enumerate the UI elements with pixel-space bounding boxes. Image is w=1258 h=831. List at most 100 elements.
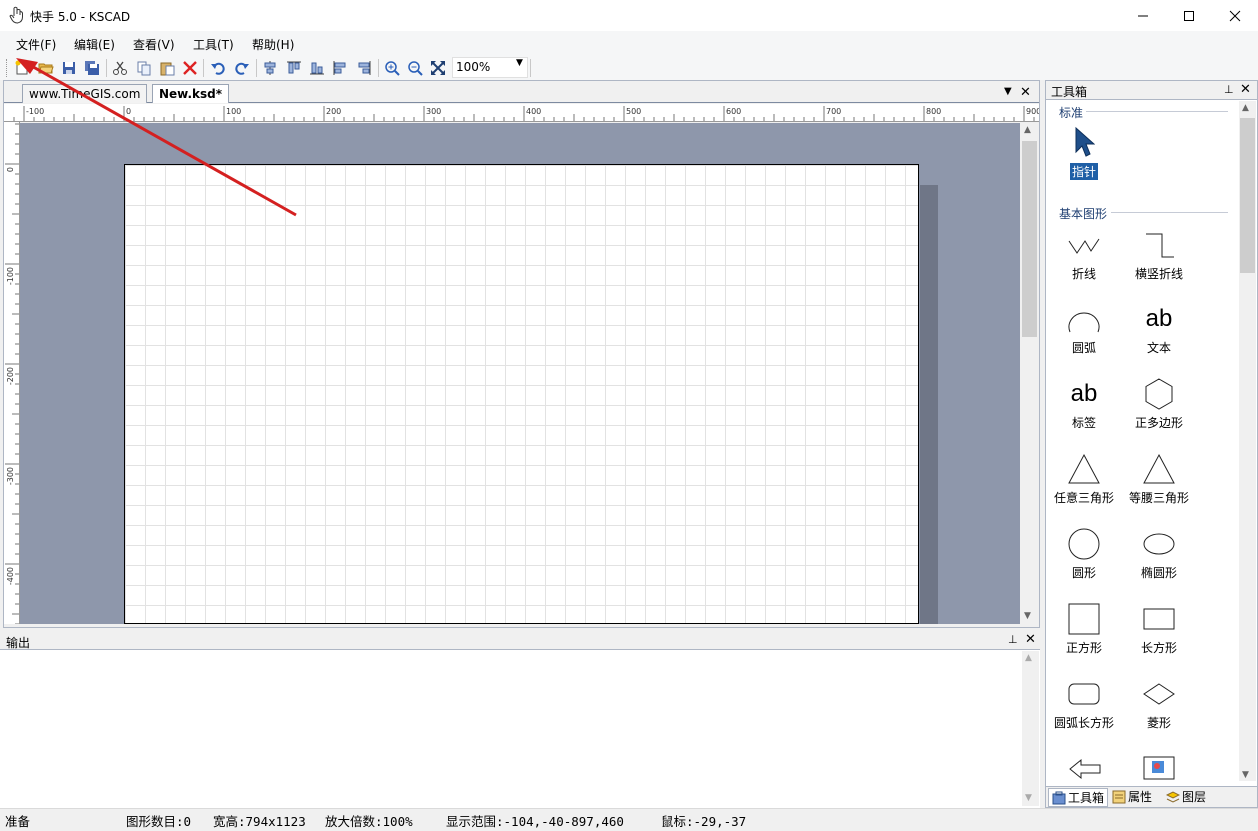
chevron-down-icon[interactable]: ▼ [516, 58, 523, 68]
tool-triangle[interactable]: 任意三角形 [1049, 451, 1119, 506]
text-icon: ab [1145, 305, 1173, 332]
paste-button[interactable] [157, 58, 177, 78]
tab-timegis[interactable]: www.TimeGIS.com [22, 84, 148, 103]
ruler-label: -300 [6, 467, 15, 485]
tool-orthogonal-line[interactable]: 横竖折线 [1124, 227, 1194, 282]
toolbar-separator [256, 59, 257, 77]
toolbar-grip [6, 59, 8, 77]
open-button[interactable] [36, 58, 56, 78]
scroll-up-icon[interactable]: ▲ [1025, 653, 1032, 663]
tool-circle[interactable]: 圆形 [1049, 526, 1119, 581]
tool-polyline[interactable]: 折线 [1049, 227, 1119, 282]
tab-list-dropdown-icon[interactable]: ▼ [1004, 86, 1012, 97]
align-bottom-button[interactable] [307, 58, 327, 78]
tool-text[interactable]: ab 文本 [1124, 301, 1194, 356]
tool-square[interactable]: 正方形 [1049, 601, 1119, 656]
tool-regular-polygon[interactable]: 正多边形 [1124, 376, 1194, 431]
cut-button[interactable] [110, 58, 130, 78]
status-ready: 准备 [5, 814, 31, 829]
delete-button[interactable] [180, 58, 200, 78]
tab-layers[interactable]: 图层 [1166, 788, 1206, 805]
tab-label: 图层 [1182, 790, 1207, 804]
tab-properties[interactable]: 属性 [1112, 788, 1152, 805]
align-top-button[interactable] [284, 58, 304, 78]
isosceles-triangle-icon [1124, 451, 1194, 487]
copy-button[interactable] [134, 58, 154, 78]
ruler-label: -100 [26, 107, 44, 116]
ruler-label: -400 [6, 567, 15, 585]
tab-toolbox[interactable]: 工具箱 [1048, 788, 1109, 807]
tool-label: 文本 [1146, 341, 1171, 355]
ruler-label: -100 [6, 267, 15, 285]
scroll-down-icon[interactable]: ▼ [1025, 793, 1032, 803]
tool-diamond[interactable]: 菱形 [1124, 676, 1194, 731]
tool-isosceles-triangle[interactable]: 等腰三角形 [1124, 451, 1194, 506]
undo-button[interactable] [208, 58, 228, 78]
circle-icon [1049, 526, 1119, 562]
align-right-button[interactable] [354, 58, 374, 78]
scroll-down-icon[interactable]: ▼ [1242, 770, 1249, 780]
toolbar-separator [106, 59, 107, 77]
redo-button[interactable] [232, 58, 252, 78]
close-toolbox-icon[interactable]: ✕ [1240, 82, 1251, 97]
align-left-button[interactable] [330, 58, 350, 78]
tool-rounded-rectangle[interactable]: 圆弧长方形 [1049, 676, 1119, 731]
close-output-icon[interactable]: ✕ [1025, 632, 1036, 647]
align-center-button[interactable] [260, 58, 280, 78]
new-file-icon [15, 60, 28, 75]
tool-label: 任意三角形 [1053, 491, 1114, 505]
minimize-button[interactable] [1120, 0, 1166, 31]
pin-icon[interactable]: ⊥ [1008, 633, 1018, 646]
image-shape-icon[interactable] [1143, 756, 1175, 780]
save-all-button[interactable] [82, 58, 102, 78]
tool-rectangle[interactable]: 长方形 [1124, 601, 1194, 656]
ellipse-icon [1124, 526, 1194, 562]
output-scrollbar[interactable] [1022, 651, 1039, 806]
canvas-scroll-thumb[interactable] [1022, 141, 1037, 337]
diamond-icon [1124, 676, 1194, 712]
ruler-label: 100 [226, 107, 241, 116]
delete-x-icon [183, 61, 197, 75]
title-bar [0, 0, 1258, 31]
pin-icon[interactable]: ⊥ [1224, 83, 1234, 96]
tool-label: 圆弧 [1071, 341, 1096, 355]
toolbox-scroll-thumb[interactable] [1240, 118, 1255, 273]
align-left-icon [333, 61, 346, 75]
menu-tools[interactable]: 工具(T) [193, 36, 234, 53]
arrow-shape-icon[interactable] [1068, 758, 1102, 780]
tab-new-ksd[interactable]: New.ksd* [152, 84, 230, 103]
tool-label-shape[interactable]: ab 标签 [1049, 376, 1119, 431]
zoom-fit-button[interactable] [428, 58, 448, 78]
save-button[interactable] [59, 58, 79, 78]
tool-arc[interactable]: 圆弧 [1049, 301, 1119, 356]
menu-file[interactable]: 文件(F) [16, 36, 56, 53]
scroll-down-icon[interactable]: ▼ [1024, 611, 1031, 621]
tool-ellipse[interactable]: 椭圆形 [1124, 526, 1194, 581]
menu-bar [0, 31, 1258, 56]
drawing-page[interactable] [124, 164, 919, 624]
copy-icon [137, 61, 151, 76]
tool-label: 折线 [1071, 267, 1096, 281]
maximize-icon [1184, 10, 1194, 21]
zoom-out-button[interactable] [405, 58, 425, 78]
tool-label: 长方形 [1140, 641, 1177, 655]
scroll-up-icon[interactable]: ▲ [1242, 103, 1249, 113]
status-size: 宽高:794x1123 [213, 814, 306, 829]
undo-icon [211, 62, 225, 75]
section-divider [1086, 111, 1228, 112]
folder-open-icon [38, 63, 54, 74]
save-icon [63, 62, 75, 74]
window-title: 快手 5.0 - KSCAD [30, 10, 131, 24]
close-document-icon[interactable]: ✕ [1020, 85, 1031, 100]
menu-edit[interactable]: 编辑(E) [74, 36, 115, 53]
orthogonal-line-icon [1124, 227, 1194, 263]
close-button[interactable] [1212, 0, 1258, 31]
toolbox-icon [1052, 791, 1066, 804]
menu-view[interactable]: 查看(V) [133, 36, 175, 53]
scroll-up-icon[interactable]: ▲ [1024, 125, 1031, 135]
tool-pointer[interactable]: 指针 [1049, 125, 1119, 180]
menu-help[interactable]: 帮助(H) [252, 36, 294, 53]
new-file-button[interactable] [12, 58, 32, 78]
zoom-in-button[interactable] [382, 58, 402, 78]
maximize-button[interactable] [1166, 0, 1212, 31]
